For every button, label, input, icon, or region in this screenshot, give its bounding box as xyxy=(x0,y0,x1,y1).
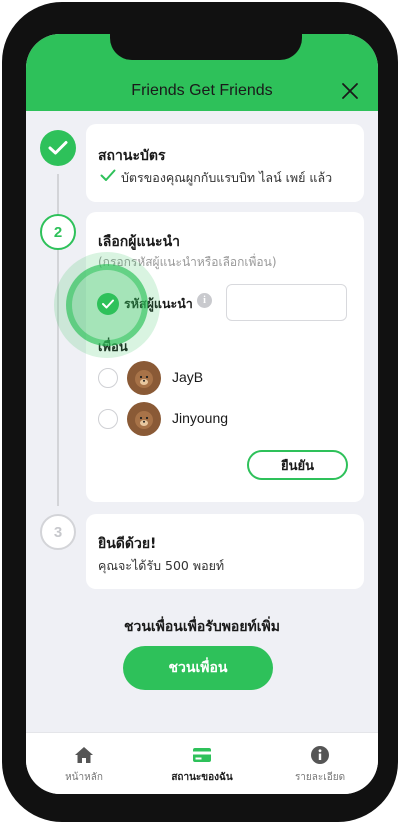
card-congrats: ยินดีด้วย! คุณจะได้รับ 500 พอยท์ xyxy=(86,514,364,589)
referral-code-radio[interactable] xyxy=(97,293,119,315)
tab-details[interactable]: รายละเอียด xyxy=(270,733,370,794)
card-status-title: สถานะบัตร xyxy=(98,148,166,164)
step-1-done-badge xyxy=(40,130,76,166)
check-icon xyxy=(102,299,114,309)
home-icon xyxy=(75,747,93,763)
invite-text: ชวนเพื่อนเพื่อรับพอยท์เพิ่ม xyxy=(123,619,281,635)
congrats-title: ยินดีด้วย! xyxy=(98,536,157,552)
check-icon xyxy=(48,141,68,155)
invite-friends-button[interactable]: ชวนเพื่อน xyxy=(123,646,273,690)
friend-radio[interactable] xyxy=(98,368,118,388)
phone-notch xyxy=(110,32,302,60)
step-3-badge: 3 xyxy=(40,514,76,550)
card-icon xyxy=(193,748,211,762)
congrats-text: คุณจะได้รับ 500 พอยท์ xyxy=(98,558,225,573)
step-2-badge: 2 xyxy=(40,214,76,250)
info-icon[interactable]: i xyxy=(197,293,212,308)
tab-home[interactable]: หน้าหลัก xyxy=(34,733,134,794)
tab-my-status-label: สถานะของฉัน xyxy=(171,772,233,783)
friend-radio[interactable] xyxy=(98,409,118,429)
tab-home-label: หน้าหลัก xyxy=(65,772,103,783)
tab-details-label: รายละเอียด xyxy=(294,772,346,783)
tab-my-status[interactable]: สถานะของฉัน xyxy=(152,733,252,794)
card-card-status: สถานะบัตร บัตรของคุณผูกกับแรบบิท ไลน์ เพ… xyxy=(86,124,364,202)
friend-name: JayB xyxy=(172,369,204,385)
bear-avatar-icon xyxy=(135,370,153,388)
confirm-button[interactable]: ยืนยัน xyxy=(247,450,348,480)
friend-name: Jinyoung xyxy=(172,410,229,426)
page-title: Friends Get Friends xyxy=(131,82,273,99)
check-icon xyxy=(100,169,116,181)
info-icon xyxy=(311,746,329,764)
phone-frame: Friends Get Friends สถานะบัตร บัตรของคุณ… xyxy=(2,2,398,822)
bottom-tab-bar: หน้าหลัก สถานะของฉัน รายละเอียด xyxy=(26,732,378,794)
referral-code-input[interactable] xyxy=(226,284,347,321)
avatar xyxy=(127,361,161,395)
select-referrer-title: เลือกผู้แนะนำ xyxy=(98,234,180,250)
avatar xyxy=(127,402,161,436)
app-screen: Friends Get Friends สถานะบัตร บัตรของคุณ… xyxy=(26,34,378,794)
bear-avatar-icon xyxy=(135,411,153,429)
card-status-text: บัตรของคุณผูกกับแรบบิท ไลน์ เพย์ แล้ว xyxy=(121,170,333,185)
close-icon[interactable] xyxy=(340,81,360,101)
